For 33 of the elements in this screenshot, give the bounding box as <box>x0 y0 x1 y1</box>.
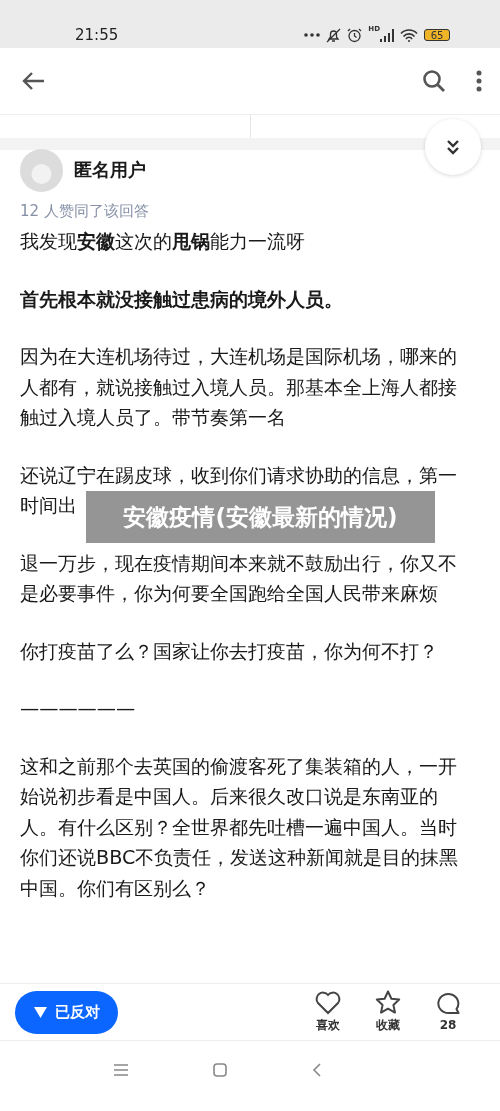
paragraph-line: 时间出 <box>20 493 77 519</box>
vote-count: 12 人赞同了该回答 <box>20 202 150 221</box>
like-label: 喜欢 <box>316 1016 340 1034</box>
oppose-button[interactable]: 已反对 <box>15 990 118 1034</box>
search-icon[interactable] <box>422 69 446 93</box>
status-time: 21:55 <box>75 25 120 44</box>
bell-off-icon <box>326 27 342 43</box>
wifi-icon <box>400 28 418 42</box>
answer-paragraph: 这和之前那个去英国的偷渡客死了集装箱的人，一开始说初步看是中国人。后来很久改口说是东南亚的人。有什么区别？全世界都先吐槽一遍中国人。当时你们还说BBC不负责任，发送这种新闻就是目的抹黑中国。你们有区别么？ <box>20 753 460 902</box>
answer-paragraph: 退一万步，现在疫情期间本来就不鼓励出行，你又不是必要事件，你为何要全国跑给全国人民带来麻烦 <box>20 550 458 607</box>
answer-paragraph: 首先根本就没接触过患病的境外人员。 <box>20 286 344 313</box>
triangle-down-icon <box>33 1006 47 1018</box>
star-icon[interactable] <box>375 990 401 1015</box>
signal-icon <box>380 28 394 42</box>
favorite-label: 收藏 <box>376 1017 400 1034</box>
home-icon[interactable] <box>213 1063 227 1077</box>
overlay-title: 安徽疫情(安徽最新的情况) <box>86 491 435 543</box>
answer-paragraph: 因为在大连机场待过，大连机场是国际机场，哪来的人都有，就说接触过入境人员。那基本全上海人都接触过入境人员了。带节奏第一名 <box>20 344 458 431</box>
heart-icon[interactable] <box>315 990 341 1015</box>
comment-icon[interactable] <box>435 992 461 1016</box>
comment-count: 28 <box>439 1018 457 1032</box>
answer-paragraph: 你打疫苗了么？国家让你去打疫苗，你为何不打？ <box>20 638 439 665</box>
double-chevron-down-icon <box>446 139 460 155</box>
more-icon[interactable] <box>476 70 482 92</box>
more-dots-icon <box>304 33 321 37</box>
answer-paragraph: 我发现安徽这次的甩锅能力一流呀 <box>20 229 306 255</box>
battery-icon: 65 <box>424 29 450 41</box>
answer-paragraph: —————— <box>20 696 137 722</box>
paragraph-line: 还说辽宁在踢皮球，收到你们请求协助的信息，第一 <box>20 462 457 489</box>
alarm-icon <box>347 27 363 43</box>
back-icon[interactable] <box>312 1063 321 1077</box>
back-icon[interactable] <box>22 71 46 91</box>
author-name[interactable]: 匿名用户 <box>74 158 146 182</box>
